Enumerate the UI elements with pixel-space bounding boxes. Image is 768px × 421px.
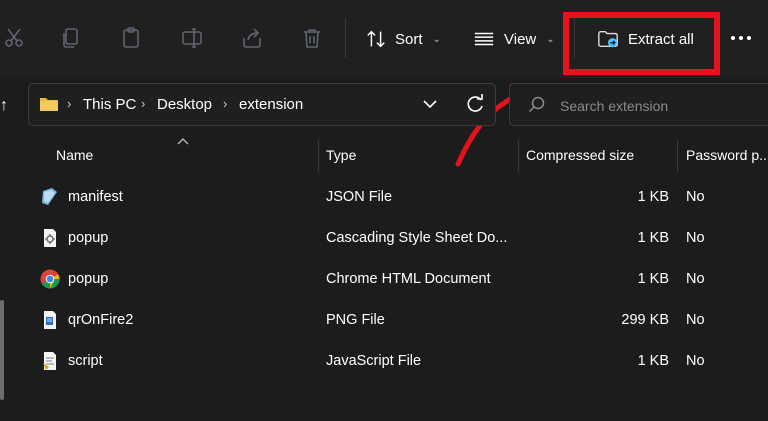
file-name: popup	[68, 270, 109, 287]
chevron-down-icon: ⌄	[546, 33, 555, 45]
file-row[interactable]: qrOnFire2 PNG File 299 KB No	[30, 299, 768, 340]
css-file-icon	[44, 229, 56, 247]
sort-label: Sort	[395, 30, 423, 48]
chrome-icon	[40, 269, 60, 289]
extract-all-button[interactable]: Extract all	[596, 22, 694, 56]
command-bar: Sort ⌄ View ⌄ Extract all	[0, 0, 768, 78]
search-box[interactable]	[509, 83, 768, 126]
folder-icon	[40, 98, 58, 111]
view-button[interactable]: View ⌄	[472, 22, 555, 56]
file-password: No	[686, 188, 705, 205]
file-password: No	[686, 352, 705, 369]
file-size: 1 KB	[637, 188, 669, 205]
column-header-type[interactable]: Type	[326, 134, 511, 176]
file-password: No	[686, 270, 705, 287]
breadcrumb-this-pc[interactable]: This PC	[83, 96, 136, 113]
address-bar[interactable]: › This PC › Desktop › extension	[28, 83, 496, 126]
file-type: Cascading Style Sheet Do...	[326, 229, 508, 246]
column-header-name[interactable]: Name	[56, 134, 311, 176]
breadcrumb-separator-icon: ›	[223, 96, 228, 111]
file-row[interactable]: popup Cascading Style Sheet Do... 1 KB N…	[30, 217, 768, 258]
file-row[interactable]: script JavaScript File 1 KB No	[30, 340, 768, 381]
toolbar-divider	[574, 18, 575, 58]
chevron-down-icon: ⌄	[432, 33, 441, 45]
js-file-icon	[43, 352, 56, 370]
sort-button[interactable]: Sort ⌄	[365, 22, 441, 56]
extract-folder-icon	[598, 30, 618, 48]
json-file-icon	[42, 188, 57, 205]
column-divider[interactable]	[518, 140, 519, 172]
breadcrumb-separator-icon: ›	[141, 96, 146, 111]
breadcrumb-separator-icon: ›	[67, 96, 72, 111]
file-name: script	[68, 352, 103, 369]
png-file-icon	[44, 311, 56, 329]
search-input[interactable]	[558, 94, 762, 118]
file-size: 1 KB	[637, 229, 669, 246]
file-password: No	[686, 311, 705, 328]
column-header-password[interactable]: Password p...	[686, 134, 768, 176]
file-name: qrOnFire2	[68, 311, 134, 328]
cut-icon[interactable]	[0, 24, 28, 52]
column-header-compressed-size[interactable]: Compressed size	[526, 134, 676, 176]
file-size: 299 KB	[621, 311, 669, 328]
file-row[interactable]: popup Chrome HTML Document 1 KB No	[30, 258, 768, 299]
file-size: 1 KB	[637, 270, 669, 287]
file-size: 1 KB	[637, 352, 669, 369]
rename-icon[interactable]	[178, 24, 206, 52]
file-row[interactable]: manifest JSON File 1 KB No	[30, 176, 768, 217]
view-label: View	[504, 30, 537, 48]
copy-icon[interactable]	[57, 24, 85, 52]
paste-icon[interactable]	[117, 24, 145, 52]
breadcrumb-extension[interactable]: extension	[239, 96, 303, 113]
extract-all-label: Extract all	[628, 30, 694, 48]
navigation-pane-scrollbar[interactable]	[0, 300, 4, 400]
file-type: PNG File	[326, 311, 385, 328]
breadcrumb-desktop[interactable]: Desktop	[157, 96, 212, 113]
view-icon	[474, 32, 494, 46]
chevron-down-icon[interactable]	[421, 95, 439, 113]
column-divider[interactable]	[677, 140, 678, 172]
file-type: Chrome HTML Document	[326, 270, 491, 287]
up-arrow-icon[interactable]: ↑	[0, 94, 14, 118]
more-options-icon[interactable]	[728, 28, 754, 48]
delete-icon[interactable]	[298, 24, 326, 52]
column-divider[interactable]	[318, 140, 319, 172]
share-icon[interactable]	[238, 24, 266, 52]
file-type: JavaScript File	[326, 352, 422, 369]
file-type: JSON File	[326, 188, 393, 205]
search-icon	[528, 96, 545, 113]
file-password: No	[686, 229, 705, 246]
refresh-icon[interactable]	[465, 93, 485, 115]
file-name: popup	[68, 229, 109, 246]
file-name: manifest	[68, 188, 123, 205]
sort-icon	[367, 30, 385, 48]
toolbar-divider	[345, 18, 346, 58]
